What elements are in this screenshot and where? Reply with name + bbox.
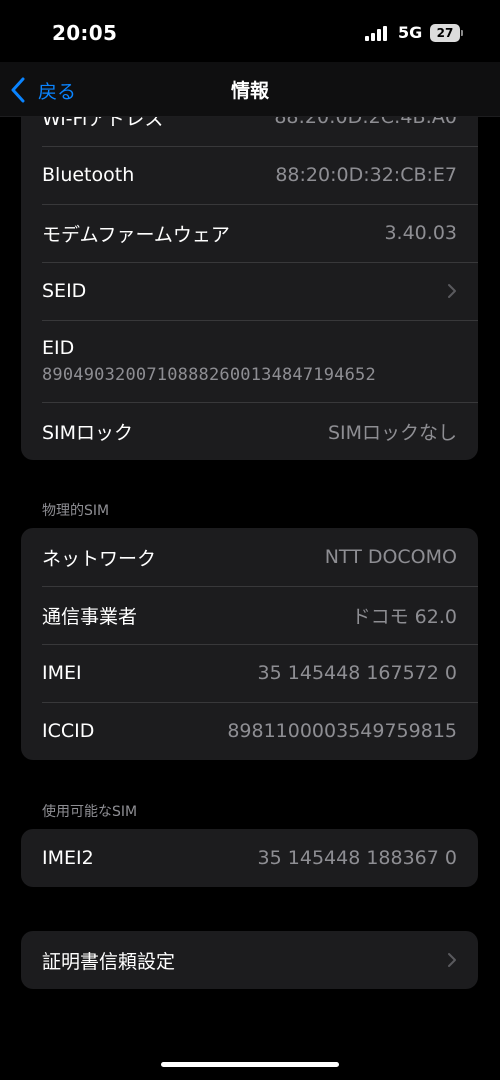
row-label: 通信事業者 <box>42 605 138 628</box>
row-value: 88:20:0D:32:CB:E7 <box>275 164 457 186</box>
row-label: ネットワーク <box>42 547 157 570</box>
section-header-available-sim: 使用可能なSIM <box>42 804 138 820</box>
row-imei2: IMEI2 35 145448 188367 0 <box>21 829 478 887</box>
content[interactable]: Wi-Fiアドレス 88:20:0D:2C:4B:A0 Bluetooth 88… <box>0 0 500 1080</box>
row-value: 3.40.03 <box>384 222 457 244</box>
section-header-physical-sim: 物理的SIM <box>42 503 110 519</box>
row-label: SEID <box>42 280 87 302</box>
row-label: ICCID <box>42 720 95 742</box>
signal-icon <box>365 25 391 41</box>
row-value: 35 145448 167572 0 <box>257 662 457 684</box>
row-label: IMEI <box>42 662 82 684</box>
row-imei: IMEI 35 145448 167572 0 <box>21 644 478 702</box>
status-time: 20:05 <box>52 21 118 45</box>
row-value: 8981100003549759815 <box>227 720 457 742</box>
row-label: 証明書信頼設定 <box>42 950 176 973</box>
row-certificate-trust-settings[interactable]: 証明書信頼設定 <box>21 931 478 989</box>
home-indicator[interactable] <box>161 1062 339 1067</box>
row-sim-lock: SIMロック SIMロックなし <box>21 402 478 460</box>
row-eid: EID 89049032007108882600134847194652 <box>21 320 478 402</box>
row-label: IMEI2 <box>42 847 94 869</box>
row-bluetooth: Bluetooth 88:20:0D:32:CB:E7 <box>21 146 478 204</box>
row-label: SIMロック <box>42 421 134 444</box>
physical-sim-group: ネットワーク NTT DOCOMO 通信事業者 ドコモ 62.0 IMEI 35… <box>21 528 478 760</box>
eid-value: 89049032007108882600134847194652 <box>42 365 376 385</box>
network-type: 5G <box>398 23 423 42</box>
row-label: Bluetooth <box>42 164 135 186</box>
row-iccid: ICCID 8981100003549759815 <box>21 702 478 760</box>
row-label: モデムファームウェア <box>42 223 230 246</box>
row-carrier: 通信事業者 ドコモ 62.0 <box>21 586 478 644</box>
row-network: ネットワーク NTT DOCOMO <box>21 528 478 586</box>
row-value: SIMロックなし <box>327 421 457 444</box>
row-value: 35 145448 188367 0 <box>257 847 457 869</box>
battery-icon: 27 <box>430 24 460 42</box>
chevron-right-icon <box>448 953 456 967</box>
row-value: ドコモ 62.0 <box>351 605 457 628</box>
chevron-right-icon <box>448 284 456 298</box>
available-sim-group: IMEI2 35 145448 188367 0 <box>21 829 478 887</box>
cert-trust-group: 証明書信頼設定 <box>21 931 478 989</box>
about-info-group: Wi-Fiアドレス 88:20:0D:2C:4B:A0 Bluetooth 88… <box>21 88 478 460</box>
status-bar: 20:05 5G 27 <box>0 0 500 62</box>
row-modem-firmware: モデムファームウェア 3.40.03 <box>21 204 478 262</box>
row-value: NTT DOCOMO <box>324 546 457 568</box>
row-seid[interactable]: SEID <box>21 262 478 320</box>
navigation-bar: 戻る 情報 <box>0 62 500 117</box>
row-label: EID <box>42 337 75 359</box>
battery-tip <box>461 30 463 36</box>
page-title: 情報 <box>230 80 269 102</box>
